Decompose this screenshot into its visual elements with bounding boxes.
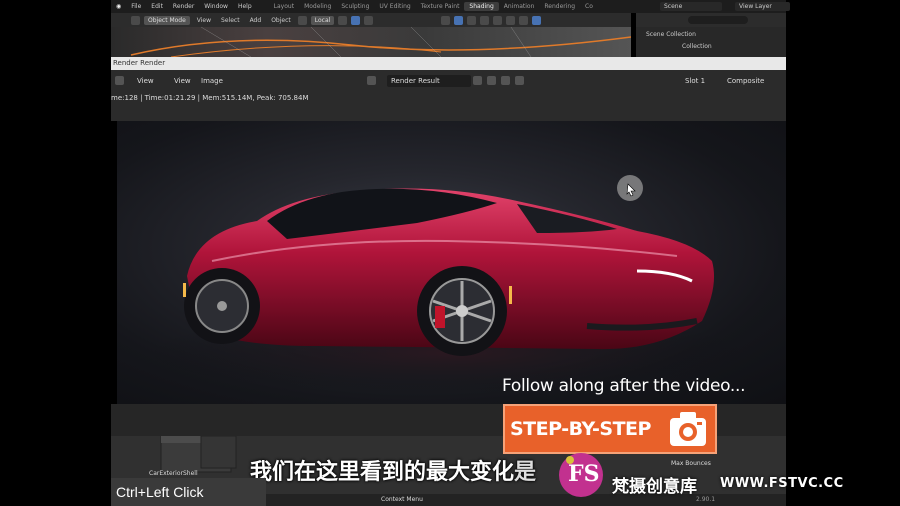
step-by-step-label: STEP-BY-STEP: [510, 418, 651, 440]
editor-type-icon[interactable]: [115, 76, 124, 85]
blender-logo-icon[interactable]: ◉: [111, 3, 126, 10]
overlay-icon[interactable]: [467, 15, 477, 25]
menu-select[interactable]: Select: [218, 17, 243, 24]
render-window-titlebar: Render Render: [111, 57, 786, 70]
tab-uv-editing[interactable]: UV Editing: [374, 2, 415, 11]
shading-rendered-icon[interactable]: [532, 15, 542, 25]
scene-selector[interactable]: Scene: [660, 2, 722, 11]
tab-sculpting[interactable]: Sculpting: [336, 2, 374, 11]
letterbox-right: [786, 0, 900, 506]
render-result-image: [117, 121, 786, 404]
follow-along-caption: Follow along after the video...: [502, 376, 746, 396]
tesla-roadster-render: [147, 188, 747, 393]
fake-user-icon[interactable]: [473, 76, 482, 85]
render-result-field[interactable]: Render Result: [387, 75, 471, 87]
tab-layout[interactable]: Layout: [269, 2, 299, 11]
editor-type-icon[interactable]: [131, 15, 140, 25]
visibility-icon[interactable]: [441, 15, 451, 25]
version-label: 2.90.1: [696, 496, 716, 503]
max-bounces-label: Max Bounces: [671, 460, 711, 467]
tab-modeling[interactable]: Modeling: [299, 2, 336, 11]
menu-add[interactable]: Add: [247, 17, 265, 24]
outliner-search-input[interactable]: [688, 16, 748, 24]
menu-help[interactable]: Help: [233, 3, 257, 10]
pivot-icon[interactable]: [338, 15, 348, 25]
new-image-icon[interactable]: [487, 76, 496, 85]
render-menu-view-2[interactable]: View: [174, 75, 191, 87]
menu-view[interactable]: View: [194, 17, 214, 24]
tab-shading[interactable]: Shading: [464, 2, 499, 11]
menu-file[interactable]: File: [126, 3, 146, 10]
watermark-name: 梵摄创意库: [612, 477, 697, 497]
transform-orientation-dropdown[interactable]: Local: [310, 15, 335, 25]
open-image-icon[interactable]: [501, 76, 510, 85]
menu-object[interactable]: Object: [268, 17, 294, 24]
xray-icon[interactable]: [480, 15, 490, 25]
watermark-url: WWW.FSTVC.CC: [720, 476, 844, 491]
3d-viewport[interactable]: [111, 27, 631, 57]
view-layer-selector[interactable]: View Layer: [735, 2, 790, 11]
gizmo-icon[interactable]: [454, 15, 464, 25]
outliner-collection[interactable]: Collection: [682, 43, 712, 50]
cursor-arrow-icon: [626, 183, 636, 197]
node-car-exterior-shell[interactable]: CarExteriorShell: [149, 470, 198, 477]
mouse-cursor-highlight: [617, 175, 643, 201]
object-mode-dropdown[interactable]: Object Mode: [144, 15, 190, 25]
proportional-edit-icon[interactable]: [364, 15, 374, 25]
render-status-text: me:128 | Time:01:21.29 | Mem:515.14M, Pe…: [111, 94, 309, 102]
shading-wireframe-icon[interactable]: [493, 15, 503, 25]
render-window-header: View View Image Render Result Slot 1 Com…: [111, 70, 786, 92]
camera-icon: [668, 410, 708, 448]
tab-texture-paint[interactable]: Texture Paint: [416, 2, 465, 11]
chinese-subtitle: 我们在这里看到的最大变化是: [250, 460, 537, 485]
shading-material-icon[interactable]: [519, 15, 529, 25]
transform-orientation-icon[interactable]: [297, 15, 307, 25]
render-pass-dropdown[interactable]: Composite: [727, 75, 764, 87]
snap-icon[interactable]: [351, 15, 361, 25]
letterbox-left: [0, 0, 111, 506]
menu-edit[interactable]: Edit: [146, 3, 168, 10]
outliner-scene-collection[interactable]: Scene Collection: [646, 31, 696, 38]
menu-render[interactable]: Render: [168, 3, 199, 10]
viewport-header: Object Mode View Select Add Object Local: [111, 13, 631, 27]
status-context-menu: Context Menu: [381, 496, 423, 503]
tab-rendering[interactable]: Rendering: [539, 2, 580, 11]
render-menu-view-1[interactable]: View: [137, 75, 154, 87]
shortcut-overlay-text: Ctrl+Left Click: [116, 484, 204, 500]
outliner-panel: Scene Collection Collection: [636, 27, 786, 57]
viewport-wireframe: [130, 27, 631, 57]
shading-solid-icon[interactable]: [506, 15, 516, 25]
watermark-logo: FS: [556, 450, 606, 500]
close-icon[interactable]: [515, 76, 524, 85]
render-menu-image[interactable]: Image: [201, 75, 223, 87]
watermark-logo-text: FS: [568, 461, 600, 487]
slot-dropdown[interactable]: Slot 1: [685, 75, 705, 87]
tab-compositing[interactable]: Co: [580, 2, 598, 11]
image-browse-icon[interactable]: [367, 76, 376, 85]
tab-animation[interactable]: Animation: [499, 2, 540, 11]
menu-window[interactable]: Window: [199, 3, 233, 10]
